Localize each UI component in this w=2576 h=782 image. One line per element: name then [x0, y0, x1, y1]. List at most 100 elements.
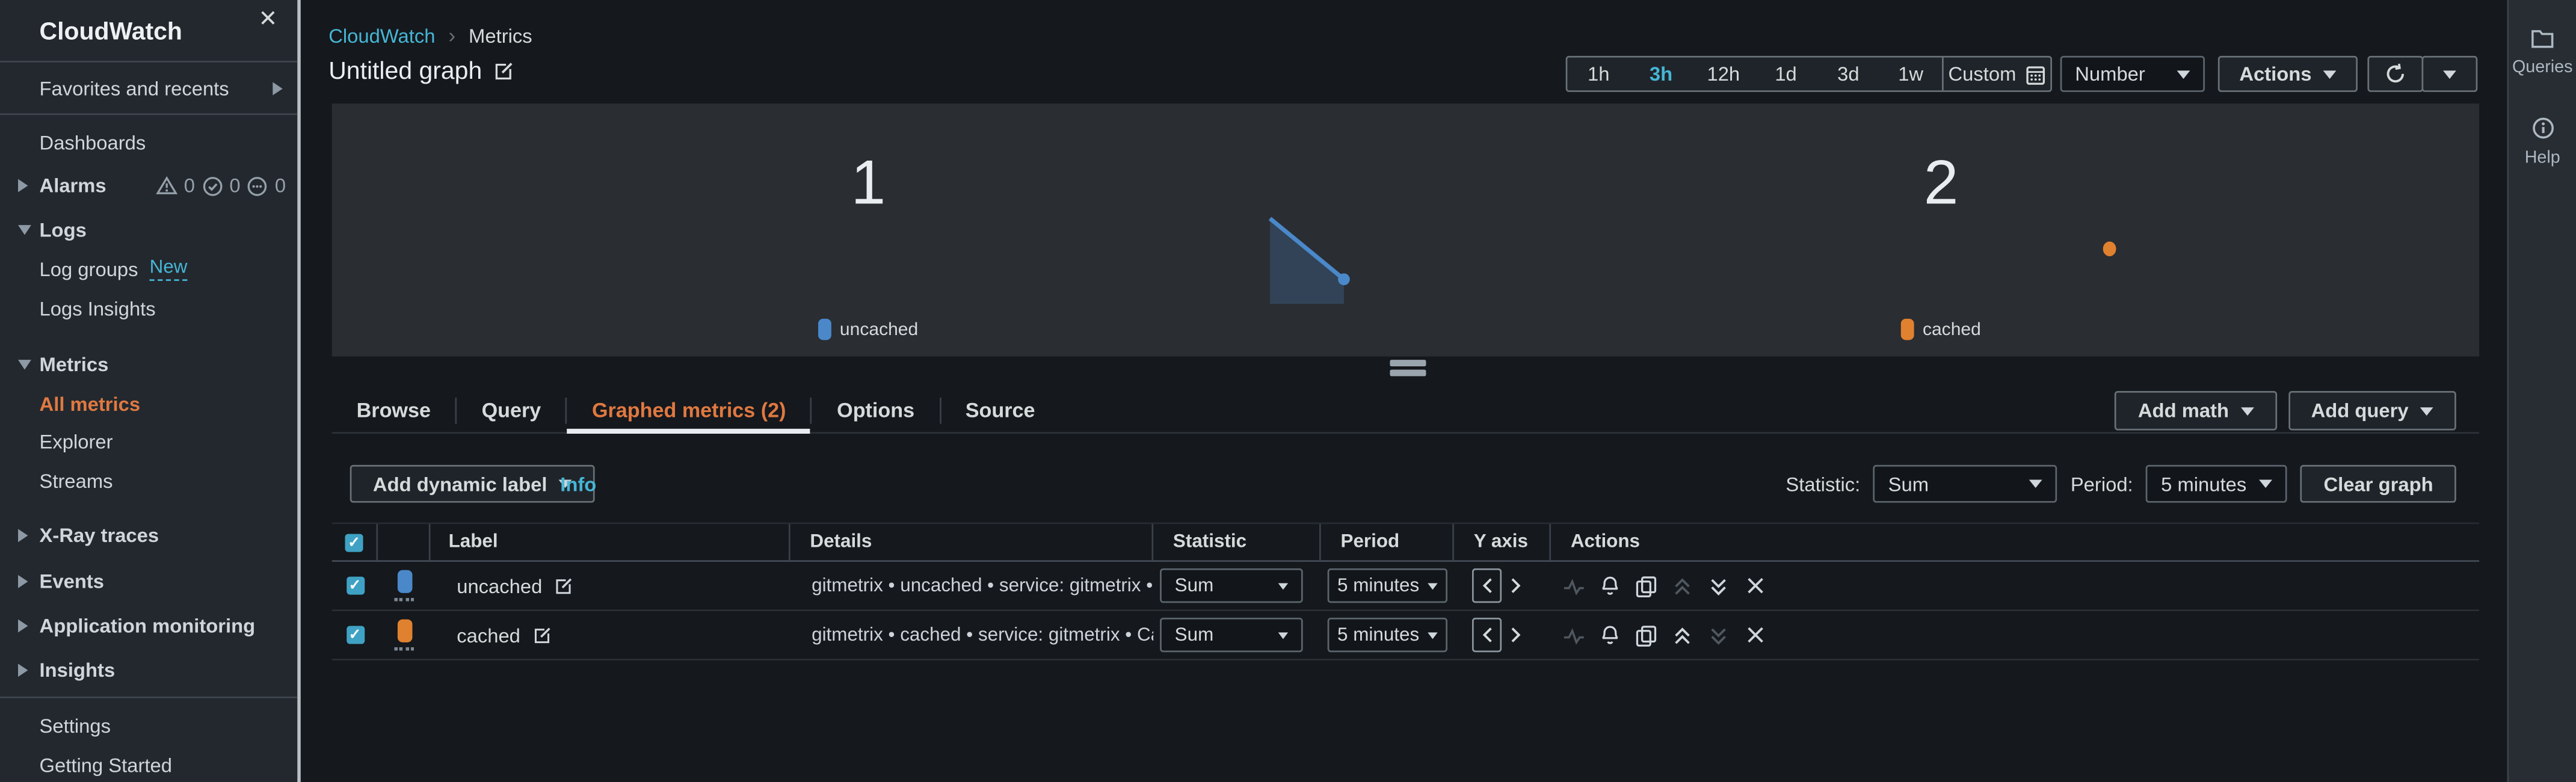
sidebar-item-settings[interactable]: Settings — [0, 712, 297, 741]
chevron-right-icon — [18, 574, 28, 588]
help-panel-button[interactable]: Help — [2509, 117, 2576, 168]
row-statistic-select[interactable]: Sum — [1160, 568, 1303, 603]
swatch-dotted-underline — [394, 647, 414, 651]
remove-metric-icon[interactable] — [1743, 574, 1766, 597]
breadcrumb-cloudwatch-link[interactable]: CloudWatch — [328, 24, 435, 47]
cached-legend-swatch — [1901, 318, 1915, 340]
edit-title-icon[interactable] — [493, 61, 515, 82]
statistic-label: Statistic: — [1786, 472, 1861, 496]
sidebar-item-alarms[interactable]: Alarms 0 0 0 — [0, 171, 297, 200]
time-range-1h[interactable]: 1h — [1567, 58, 1630, 91]
add-dynamic-label-button[interactable]: Add dynamic label — [350, 464, 595, 503]
divider — [0, 696, 298, 698]
sidebar-item-insights[interactable]: Insights — [0, 656, 297, 685]
row-checkbox[interactable]: ✓ — [345, 576, 364, 595]
breadcrumb-separator-icon: › — [448, 23, 456, 48]
create-alarm-icon[interactable] — [1598, 574, 1621, 597]
move-up-icon[interactable] — [1671, 623, 1693, 646]
add-query-button[interactable]: Add query — [2288, 390, 2456, 431]
chevron-down-icon — [2323, 70, 2337, 78]
color-swatch-picker[interactable] — [394, 570, 414, 602]
sidebar-item-application-monitoring[interactable]: Application monitoring — [0, 611, 297, 641]
yaxis-left-button[interactable] — [1471, 617, 1502, 653]
folder-icon — [2530, 28, 2555, 49]
sidebar-item-metrics[interactable]: Metrics — [0, 350, 297, 380]
select-all-checkbox[interactable]: ✓ — [345, 533, 363, 552]
sidebar-item-log-groups[interactable]: Log groups New — [0, 254, 297, 284]
add-math-button[interactable]: Add math — [2115, 390, 2277, 431]
cached-value: 2 — [1923, 149, 1959, 219]
time-range-group: 1h 3h 12h 1d 3d 1w Custom — [1565, 55, 2053, 92]
graph-action-buttons: Add math Add query — [2115, 390, 2456, 431]
chevron-down-icon — [18, 360, 31, 370]
page-title: Untitled graph — [328, 58, 515, 85]
edit-label-icon[interactable] — [532, 625, 552, 645]
chevron-down-icon — [2259, 479, 2273, 488]
yaxis-right-button[interactable] — [1502, 577, 1528, 595]
utility-panel: Queries Help — [2507, 0, 2576, 782]
queries-panel-button[interactable]: Queries — [2509, 28, 2576, 77]
time-range-3h[interactable]: 3h — [1630, 58, 1692, 91]
divider — [0, 61, 298, 63]
row-period-select[interactable]: 5 minutes — [1327, 568, 1448, 603]
period-column-header: Period — [1321, 524, 1454, 561]
color-swatch-picker[interactable] — [394, 619, 414, 651]
statistic-select[interactable]: Sum — [1873, 464, 2057, 503]
row-period-select[interactable]: 5 minutes — [1327, 617, 1448, 653]
tab-options[interactable]: Options — [812, 389, 939, 432]
tab-graphed-metrics[interactable]: Graphed metrics (2) — [567, 389, 811, 434]
info-link[interactable]: Info — [560, 473, 596, 496]
metric-details-link[interactable]: gitmetrix • uncached • service: gitmetri… — [812, 576, 1154, 596]
view-mode-select[interactable]: Number — [2060, 55, 2205, 92]
edit-label-icon[interactable] — [553, 576, 573, 596]
sparkline-toggle-icon[interactable] — [1562, 623, 1585, 646]
chevron-down-icon — [1428, 632, 1438, 638]
refresh-options-button[interactable] — [2421, 55, 2478, 92]
time-range-1d[interactable]: 1d — [1755, 58, 1817, 91]
metric-graph-widget[interactable]: 1 uncached 2 cached — [331, 103, 2480, 357]
tab-source[interactable]: Source — [941, 389, 1060, 432]
check-icon: ✓ — [348, 626, 362, 642]
sidebar-item-events[interactable]: Events — [0, 567, 297, 596]
time-range-3d[interactable]: 3d — [1817, 58, 1879, 91]
tab-query[interactable]: Query — [457, 389, 566, 432]
sidebar-item-streams[interactable]: Streams — [0, 467, 297, 496]
sparkline-toggle-icon[interactable] — [1562, 574, 1585, 597]
duplicate-icon[interactable] — [1635, 623, 1657, 646]
period-select[interactable]: 5 minutes — [2146, 464, 2288, 503]
refresh-button[interactable] — [2367, 55, 2424, 92]
new-badge[interactable]: New — [149, 258, 188, 282]
remove-metric-icon[interactable] — [1743, 623, 1766, 646]
color-column-header — [378, 524, 431, 561]
duplicate-icon[interactable] — [1635, 574, 1657, 597]
time-range-custom[interactable]: Custom — [1942, 57, 2050, 91]
chevron-down-icon — [1278, 632, 1289, 638]
sidebar-item-logs-insights[interactable]: Logs Insights — [0, 294, 297, 324]
sidebar-item-favorites[interactable]: Favorites and recents — [0, 74, 297, 103]
actions-button[interactable]: Actions — [2217, 55, 2358, 92]
sidebar-item-explorer[interactable]: Explorer — [0, 427, 297, 457]
row-statistic-select[interactable]: Sum — [1160, 617, 1303, 653]
row-checkbox[interactable]: ✓ — [345, 626, 364, 644]
cached-data-point — [2103, 241, 2116, 257]
uncached-legend-swatch — [818, 318, 832, 340]
uncached-sparkline — [1268, 217, 1350, 304]
time-range-1w[interactable]: 1w — [1879, 58, 1942, 91]
clear-graph-button[interactable]: Clear graph — [2300, 464, 2456, 503]
sidebar-item-all-metrics[interactable]: All metrics — [0, 389, 297, 419]
alarm-warning-icon — [156, 176, 177, 196]
close-icon[interactable]: ✕ — [258, 5, 277, 32]
move-down-icon[interactable] — [1707, 574, 1730, 597]
create-alarm-icon[interactable] — [1598, 623, 1621, 646]
sidebar-item-getting-started[interactable]: Getting Started — [0, 751, 297, 780]
sidebar-item-xray-traces[interactable]: X-Ray traces — [0, 521, 297, 550]
yaxis-right-button[interactable] — [1502, 626, 1528, 644]
sidebar-item-dashboards[interactable]: Dashboards — [0, 128, 297, 158]
tab-browse[interactable]: Browse — [332, 389, 455, 432]
metric-details-link[interactable]: gitmetrix • cached • service: gitmetrix … — [812, 625, 1154, 645]
time-range-12h[interactable]: 12h — [1692, 58, 1755, 91]
yaxis-left-button[interactable] — [1471, 568, 1502, 603]
sidebar-item-logs[interactable]: Logs — [0, 215, 297, 245]
info-icon — [2531, 117, 2554, 140]
panel-resize-handle[interactable] — [1390, 360, 1426, 380]
